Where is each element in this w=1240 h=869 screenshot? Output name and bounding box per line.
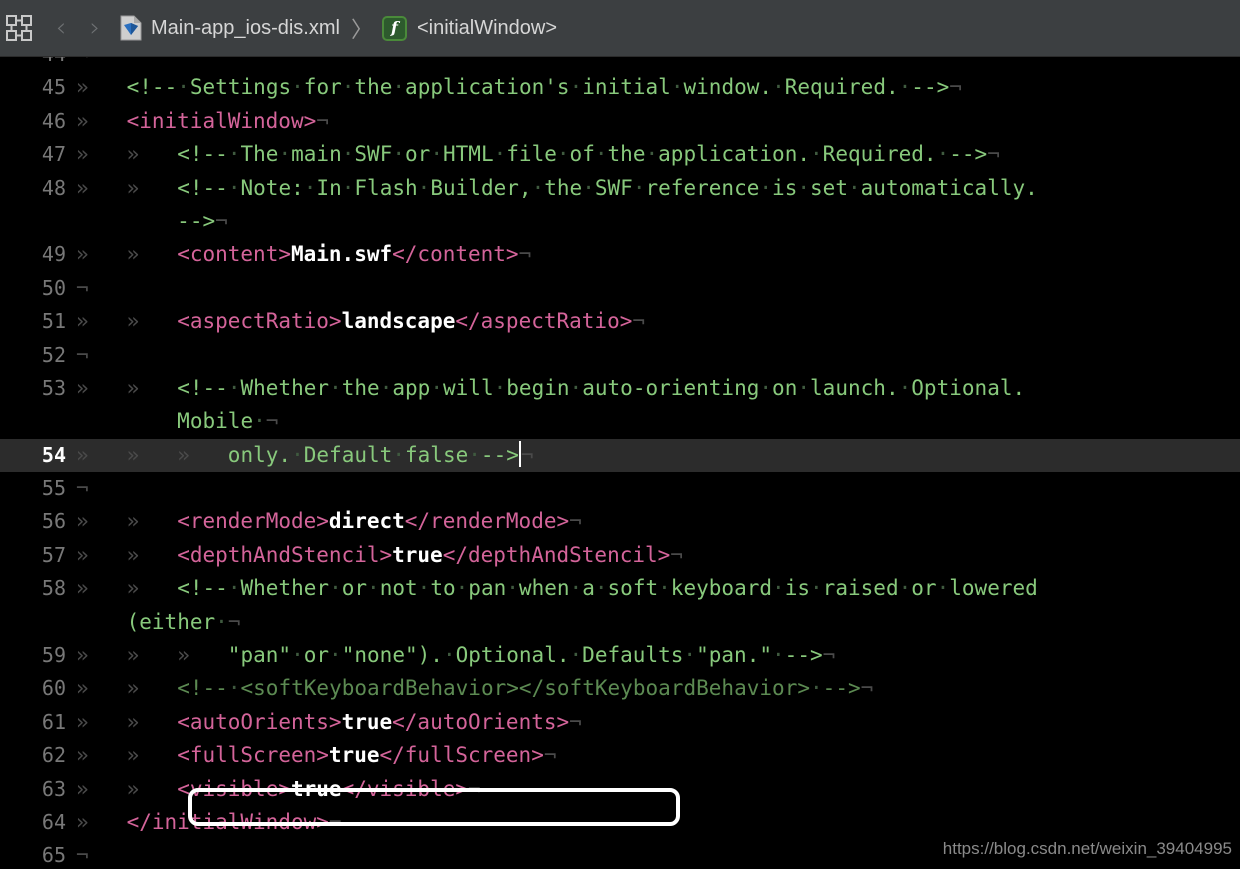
- code-line[interactable]: 53 » » <!--·Whether·the·app·will·begin·au…: [0, 372, 1240, 405]
- code-editor[interactable]: 44¬45» <!--·Settings·for·the·application…: [0, 57, 1240, 869]
- code-line-content: Mobile·¬: [177, 409, 279, 434]
- code-line[interactable]: 44¬: [0, 57, 1240, 71]
- code-line[interactable]: 56 » » <renderMode>direct</renderMode>¬: [0, 505, 1240, 538]
- line-number: 60: [41, 676, 66, 701]
- navigate-forward-icon[interactable]: ›: [78, 8, 112, 48]
- code-line[interactable]: 57 » » <depthAndStencil>true</depthAndSte…: [0, 539, 1240, 572]
- code-line[interactable]: 46 » <initialWindow>¬: [0, 105, 1240, 138]
- code-line-content: ¬: [76, 342, 89, 367]
- code-line[interactable]: 63 » » <visible>true</visible>¬: [0, 773, 1240, 806]
- code-line-content: » <initialWindow>¬: [76, 108, 329, 133]
- module-grid-icon[interactable]: [4, 13, 34, 43]
- line-number: 48: [41, 175, 66, 200]
- line-number: 52: [41, 342, 66, 367]
- code-line-content: » » » "pan"·or·"none").·Optional.·Defaul…: [76, 643, 836, 668]
- line-number: 63: [41, 776, 66, 801]
- code-line-content: » » <!--·<softKeyboardBehavior></softKey…: [76, 676, 874, 701]
- line-number: 57: [41, 542, 66, 567]
- line-number: 50: [41, 275, 66, 300]
- code-line[interactable]: (either·¬: [0, 606, 1240, 639]
- code-line[interactable]: 48 » » <!--·Note:·In·Flash·Builder,·the·S…: [0, 172, 1240, 205]
- line-number: 53: [41, 375, 66, 400]
- line-number: 47: [41, 142, 66, 167]
- code-line-content: » <!--·Settings·for·the·application's·in…: [76, 75, 962, 100]
- code-line[interactable]: 60 » » <!--·<softKeyboardBehavior></softK…: [0, 672, 1240, 705]
- code-line-content: (either·¬: [126, 609, 241, 634]
- code-line[interactable]: 49 » » <content>Main.swf</content>¬: [0, 238, 1240, 271]
- code-line[interactable]: 55 ¬: [0, 472, 1240, 505]
- code-line-content: ¬: [76, 275, 89, 300]
- line-number: 55: [41, 476, 66, 501]
- navigate-back-icon[interactable]: ‹: [44, 8, 78, 48]
- code-line-content: » » <aspectRatio>landscape</aspectRatio>…: [76, 309, 646, 334]
- line-number: 51: [41, 309, 66, 334]
- code-line[interactable]: 52 ¬: [0, 339, 1240, 372]
- code-line[interactable]: 51 » » <aspectRatio>landscape</aspectRati…: [0, 305, 1240, 338]
- code-line[interactable]: 62 » » <fullScreen>true</fullScreen>¬: [0, 739, 1240, 772]
- line-number: 45: [41, 75, 66, 100]
- code-line-content: » » <autoOrients>true</autoOrients>¬: [76, 709, 582, 734]
- code-line-content: » » » only.·Default·false·-->¬: [76, 440, 534, 467]
- line-number: 65: [41, 843, 66, 868]
- flash-node-badge-icon: f: [381, 15, 407, 41]
- line-number: 64: [41, 809, 66, 834]
- line-number: 54: [41, 442, 66, 467]
- code-line-content: » » <content>Main.swf</content>¬: [76, 242, 532, 267]
- code-line-content: » » <!--·Note:·In·Flash·Builder,·the·SWF…: [76, 175, 1038, 200]
- line-number: 56: [41, 509, 66, 534]
- code-line-content: » » <renderMode>direct</renderMode>¬: [76, 509, 582, 534]
- line-number: 58: [41, 576, 66, 601]
- code-line-content: » » <fullScreen>true</fullScreen>¬: [76, 743, 557, 768]
- code-line-active[interactable]: 54 » » » only.·Default·false·-->¬: [0, 438, 1240, 473]
- line-number: 59: [41, 643, 66, 668]
- watermark: https://blog.csdn.net/weixin_39404995: [942, 839, 1232, 858]
- code-line-content: » » <!--·The·main·SWF·or·HTML·file·of·th…: [76, 142, 1000, 167]
- breadcrumb-separator-icon: 〉: [350, 17, 373, 42]
- code-line-content: ¬: [76, 57, 1240, 71]
- code-line[interactable]: 47 » » <!--·The·main·SWF·or·HTML·file·of·…: [0, 138, 1240, 171]
- code-line-content: ¬: [76, 476, 89, 501]
- code-line[interactable]: 64 » </initialWindow>¬: [0, 806, 1240, 839]
- code-line-content: » » <depthAndStencil>true</depthAndStenc…: [76, 542, 683, 567]
- code-line-content: » » <!--·Whether·or·not·to·pan·when·a·so…: [76, 576, 1038, 601]
- code-line-content: » » <!--·Whether·the·app·will·begin·auto…: [76, 375, 1026, 400]
- code-line[interactable]: Mobile·¬: [0, 405, 1240, 438]
- line-number: 46: [41, 108, 66, 133]
- code-line[interactable]: 45 » <!--·Settings·for·the·application's·…: [0, 71, 1240, 104]
- breadcrumb-file-name[interactable]: Main-app_ios-dis.xml: [151, 17, 340, 40]
- code-line-content: » </initialWindow>¬: [76, 809, 342, 834]
- xml-file-icon: [120, 15, 142, 41]
- text-caret: [518, 440, 521, 467]
- code-line[interactable]: 58 » » <!--·Whether·or·not·to·pan·when·a·…: [0, 572, 1240, 605]
- code-line[interactable]: -->¬: [0, 205, 1240, 238]
- code-line[interactable]: 61 » » <autoOrients>true</autoOrients>¬: [0, 706, 1240, 739]
- line-number: 44: [0, 57, 76, 71]
- line-number: 49: [41, 242, 66, 267]
- line-number: 62: [41, 743, 66, 768]
- code-line[interactable]: 50 ¬: [0, 272, 1240, 305]
- line-number: 61: [41, 709, 66, 734]
- code-lines-container: 44¬45» <!--·Settings·for·the·application…: [0, 57, 1240, 869]
- code-line-content: » » <visible>true</visible>¬: [76, 776, 481, 801]
- code-line[interactable]: 59 » » » "pan"·or·"none").·Optional.·Defa…: [0, 639, 1240, 672]
- breadcrumb-bar: ‹ › Main-app_ios-dis.xml 〉 f <initialWin…: [0, 0, 1240, 57]
- breadcrumb-node-name[interactable]: <initialWindow>: [417, 17, 557, 40]
- code-line-content: -->¬: [177, 208, 228, 233]
